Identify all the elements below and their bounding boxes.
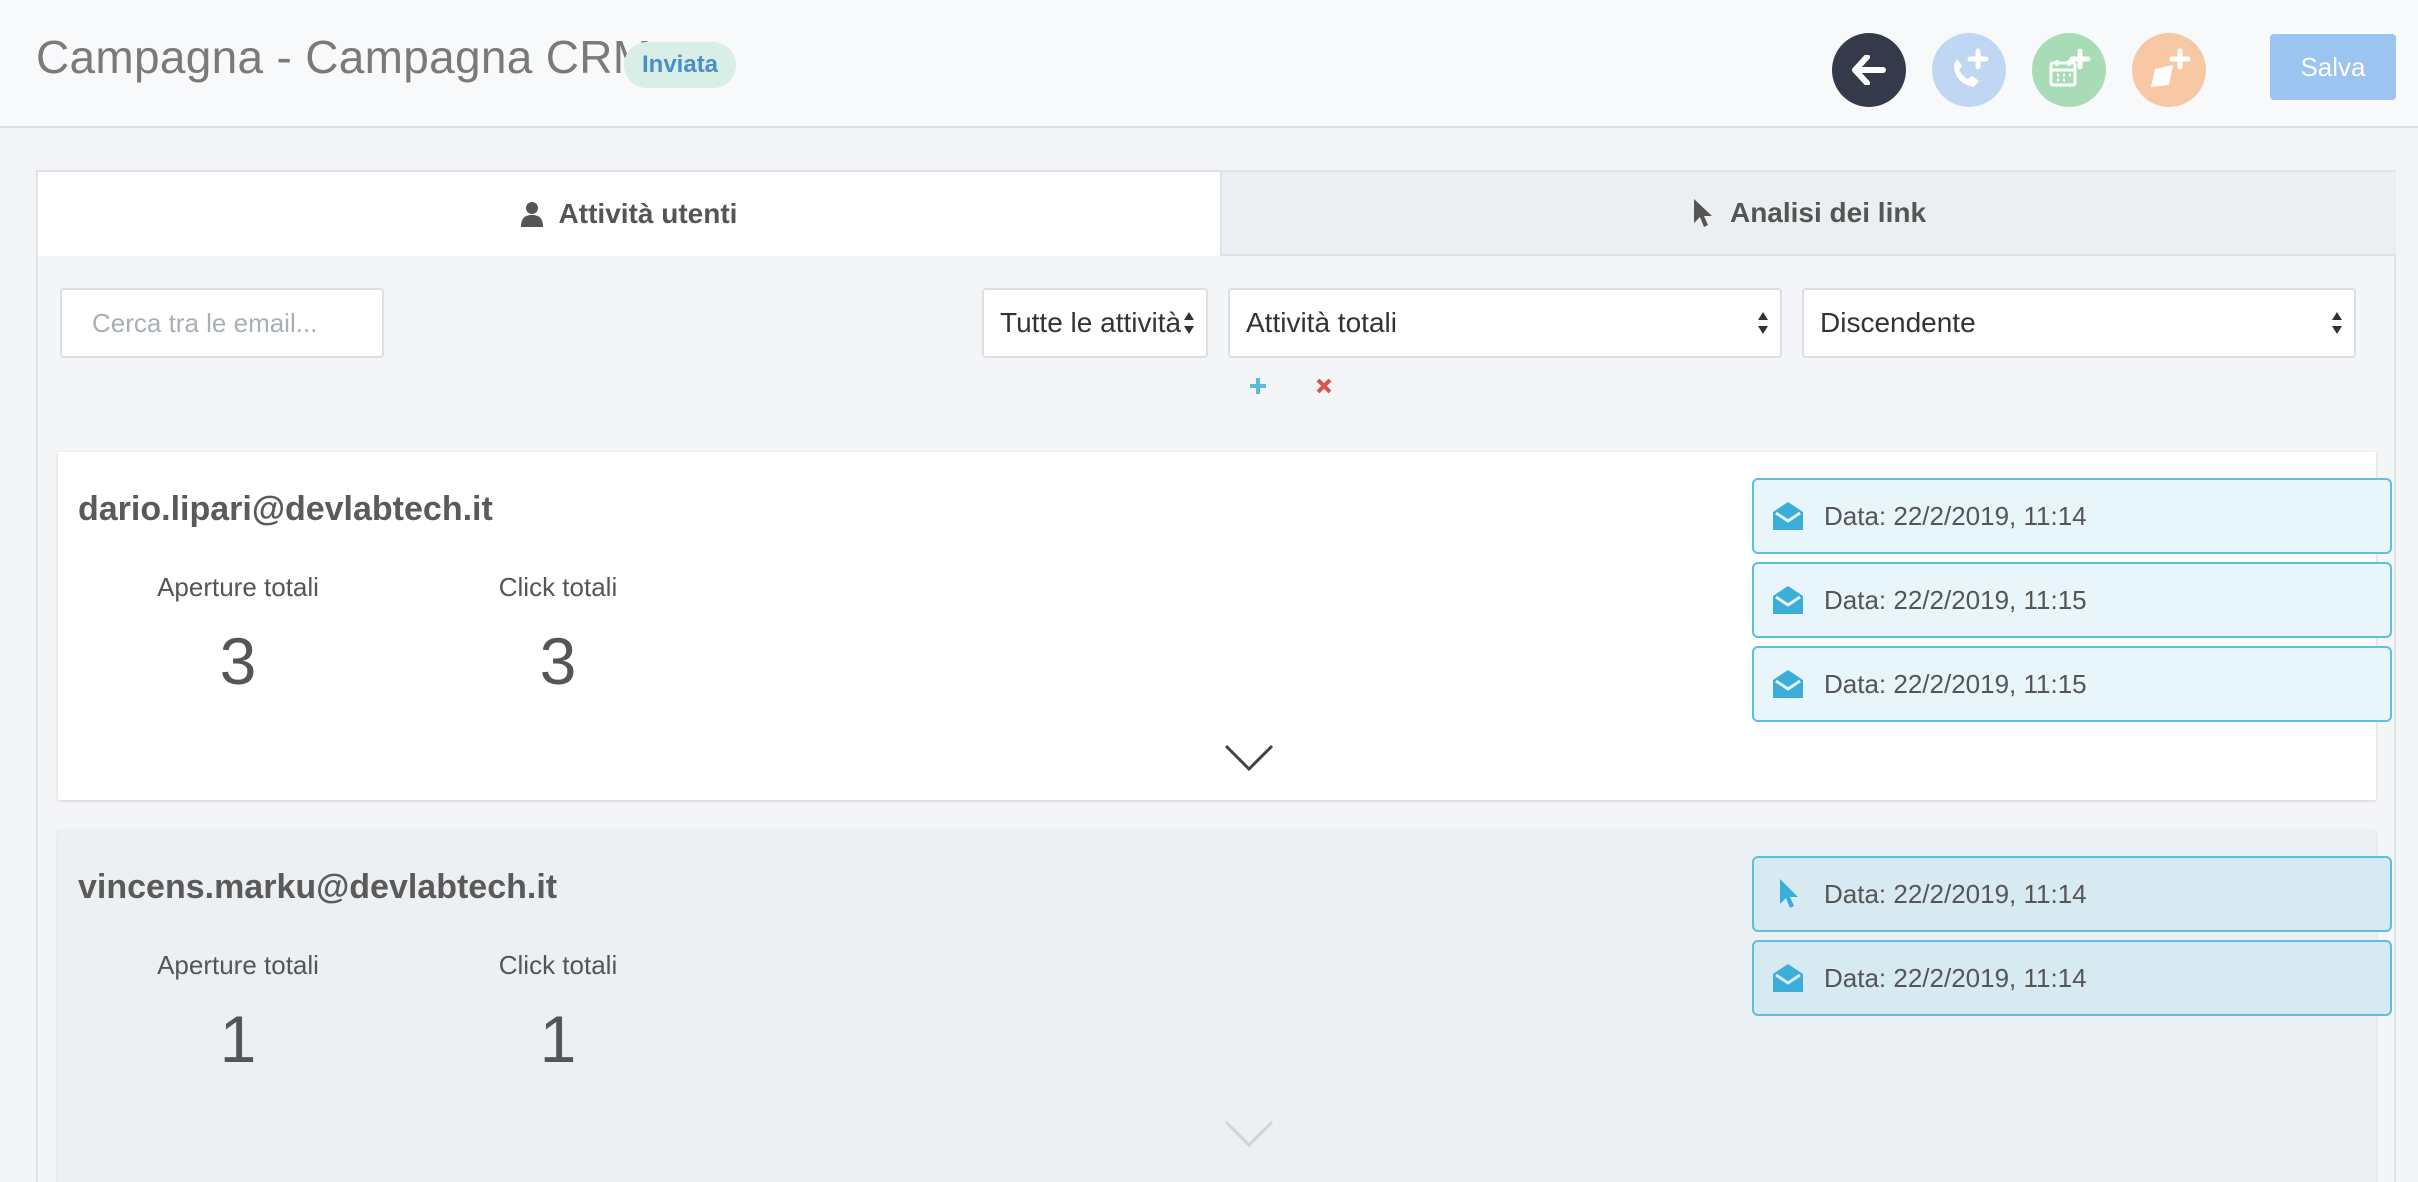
envelope-open-icon [1773,502,1803,530]
tab-label: Attività utenti [558,198,738,229]
event-item[interactable]: Data: 22/2/2019, 11:15 [1752,646,2392,722]
page-header: Campagna - Campagna CRM Inviata Salva [0,0,2418,128]
select-arrows-icon [2332,312,2342,334]
stat-value: 1 [219,1002,257,1076]
add-note-button[interactable] [2132,33,2206,107]
stat-label: Click totali [498,572,618,602]
stat-label: Aperture totali [157,950,319,980]
remove-filter-button[interactable] [1296,362,1352,410]
stat-value: 1 [539,1002,577,1076]
envelope-open-icon [1773,586,1803,614]
total-opens: Aperture totali 1 [108,950,368,1077]
select-value: Attività totali [1246,307,1397,338]
user-icon [520,202,543,227]
plus-icon [1250,378,1266,394]
page-title: Campagna - Campagna CRM [36,31,652,83]
select-arrows-icon [1184,312,1194,334]
calendar-plus-icon [2049,48,2091,87]
event-list: Data: 22/2/2019, 11:14 Data: 22/2/2019, … [1752,856,2392,1024]
user-email: vincens.marku@devlabtech.it [78,868,558,906]
event-item[interactable]: Data: 22/2/2019, 11:15 [1752,562,2392,638]
select-value: Tutte le attività [1000,307,1182,338]
event-text: Data: 22/2/2019, 11:14 [1824,962,2087,993]
close-icon [1316,378,1332,394]
cursor-icon [1693,199,1712,227]
metric-select[interactable]: Attività totali [1228,288,1782,358]
tab-label: Analisi dei link [1729,197,1927,228]
search-input[interactable] [60,288,384,358]
event-text: Data: 22/2/2019, 11:15 [1824,668,2087,699]
stat-label: Aperture totali [157,572,319,602]
back-button[interactable] [1832,33,1906,107]
chevron-down-icon[interactable] [1224,1120,1274,1148]
add-filter-button[interactable] [1230,362,1286,410]
stat-label: Click totali [498,950,618,980]
arrow-left-icon [1852,55,1886,85]
user-activity-card: vincens.marku@devlabtech.it Aperture tot… [58,830,2392,1182]
event-item[interactable]: Data: 22/2/2019, 11:14 [1752,478,2392,554]
activity-type-select[interactable]: Tutte le attività [982,288,1208,358]
note-plus-icon [2151,48,2191,87]
envelope-open-icon [1773,670,1803,698]
select-arrows-icon [1758,312,1768,334]
user-email: dario.lipari@devlabtech.it [78,490,493,528]
total-opens: Aperture totali 3 [108,572,368,699]
order-select[interactable]: Discendente [1802,288,2356,358]
status-badge: Inviata [624,42,737,88]
phone-plus-icon [1954,48,1989,87]
chevron-down-icon[interactable] [1224,744,1274,772]
event-item[interactable]: Data: 22/2/2019, 11:14 [1752,940,2392,1016]
add-appointment-button[interactable] [2032,33,2106,107]
event-text: Data: 22/2/2019, 11:15 [1824,584,2087,615]
cursor-icon [1780,879,1798,908]
select-value: Discendente [1820,307,1976,338]
total-clicks: Click totali 3 [428,572,688,699]
event-item[interactable]: Data: 22/2/2019, 11:14 [1752,856,2392,932]
stat-value: 3 [539,624,577,698]
tab-user-activity[interactable]: Attività utenti [38,172,1220,256]
add-call-button[interactable] [1932,33,2006,107]
event-text: Data: 22/2/2019, 11:14 [1824,878,2087,909]
total-clicks: Click totali 1 [428,950,688,1077]
stat-value: 3 [219,624,257,698]
event-text: Data: 22/2/2019, 11:14 [1824,500,2087,531]
event-list: Data: 22/2/2019, 11:14 Data: 22/2/2019, … [1752,478,2392,730]
activity-panel: Attività utenti Analisi dei link Tutte l… [36,170,2396,1182]
envelope-open-icon [1773,964,1803,992]
user-activity-card: dario.lipari@devlabtech.it Aperture tota… [58,452,2392,800]
tab-link-analysis[interactable]: Analisi dei link [1220,172,2396,256]
save-button[interactable]: Salva [2270,34,2396,100]
